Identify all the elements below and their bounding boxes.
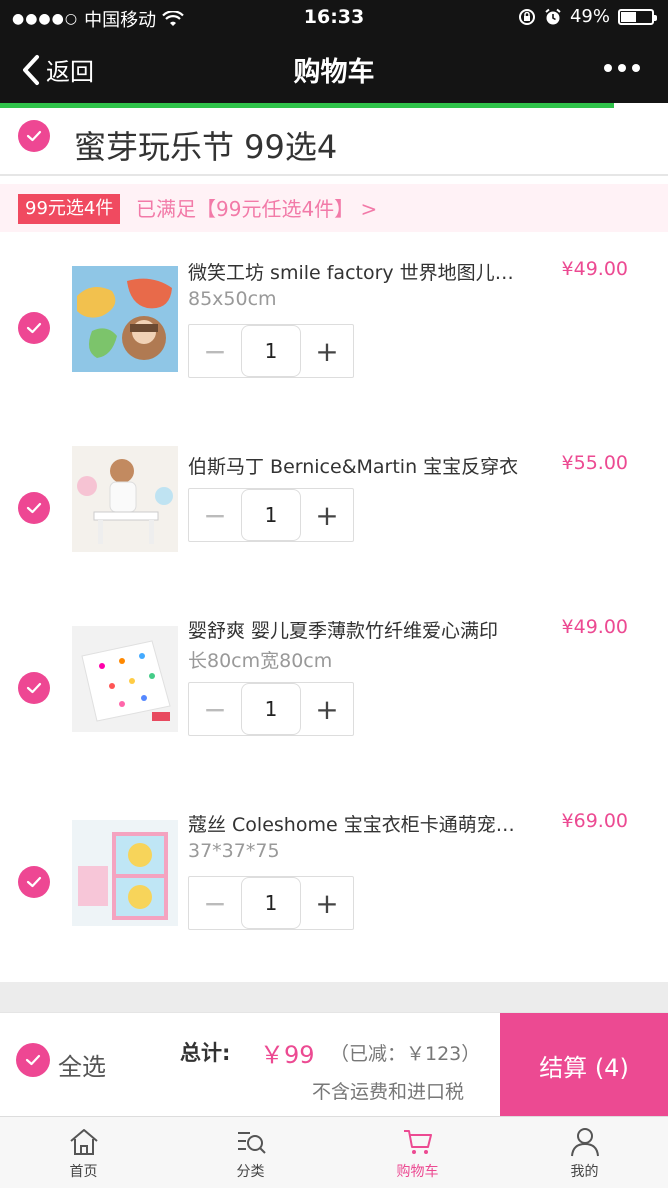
status-bar: ●●●●○ 中国移动 16:33 49% [0,0,668,36]
total-label: 总计: [180,1041,231,1065]
cart-item: 婴舒爽 婴儿夏季薄款竹纤维爱心满印 ¥49.00 长80cm宽80cm − 1 … [0,598,668,788]
tab-label: 首页 [69,1164,98,1180]
tax-note: 不含运费和进口税 [312,1081,465,1103]
decrease-button[interactable]: − [189,877,241,929]
checkout-bar: 全选 总计: ￥99 （已减：￥123） 不含运费和进口税 结算 (4) [0,1012,668,1117]
cart-item: 微笑工坊 smile factory 世界地图儿童拼图 ¥49.00 85x50… [0,232,668,422]
battery-percent: 49% [569,6,610,27]
product-image[interactable] [72,626,178,732]
top-bar: ●●●●○ 中国移动 16:33 49% 返回 购物车 [0,0,668,103]
quantity-stepper: − 1 + [188,324,354,378]
quantity-value[interactable]: 1 [241,877,301,929]
promo-banner[interactable]: 99元选4件 已满足【99元任选4件】 > [0,184,668,232]
quantity-stepper: − 1 + [188,876,354,930]
product-name[interactable]: 蔻丝 Coleshome 宝宝衣柜卡通萌宠收纳 [188,810,528,837]
item-checkbox[interactable] [18,312,50,344]
checkmark-icon [26,322,42,334]
cart-item: 蔻丝 Coleshome 宝宝衣柜卡通萌宠收纳 ¥69.00 37*37*75 … [0,792,668,982]
item-checkbox[interactable] [18,866,50,898]
decrease-button[interactable]: − [189,683,241,735]
checkmark-icon [26,682,42,694]
quantity-stepper: − 1 + [188,488,354,542]
product-spec: 37*37*75 [188,840,280,862]
item-checkbox[interactable] [18,492,50,524]
total-value: ￥99 [260,1041,315,1069]
store-header: 蜜芽玩乐节 99选4 [0,108,668,176]
tab-profile[interactable]: 我的 [501,1117,668,1188]
increase-button[interactable]: + [301,489,353,541]
quantity-value[interactable]: 1 [241,489,301,541]
quantity-stepper: − 1 + [188,682,354,736]
product-name[interactable]: 微笑工坊 smile factory 世界地图儿童拼图 [188,258,528,285]
product-spec: 85x50cm [188,288,277,310]
checkmark-icon [26,876,42,888]
battery-icon [618,8,657,25]
product-price: ¥69.00 [561,810,628,832]
checkmark-icon [25,1054,41,1066]
page-title: 购物车 [293,57,375,88]
product-image[interactable] [72,266,178,372]
discount-amount: （已减：￥123） [330,1043,481,1065]
alarm-icon [545,8,561,24]
store-checkbox[interactable] [18,120,50,152]
tab-home[interactable]: 首页 [0,1117,167,1188]
home-icon [69,1129,98,1155]
tab-bar: 首页 分类 购物车 我的 [0,1116,668,1188]
checkout-button[interactable]: 结算 (4) [500,1013,668,1117]
category-search-icon [237,1132,266,1154]
tab-label: 购物车 [396,1164,439,1180]
cart-icon [403,1130,432,1154]
quantity-value[interactable]: 1 [241,683,301,735]
nav-bar: 返回 购物车 [0,36,668,103]
tab-category[interactable]: 分类 [167,1117,334,1188]
quantity-value[interactable]: 1 [241,325,301,377]
increase-button[interactable]: + [301,877,353,929]
promo-description: 已满足【99元任选4件】 > [136,197,378,221]
product-price: ¥49.00 [561,258,628,280]
select-all-label[interactable]: 全选 [58,1047,106,1082]
decrease-button[interactable]: − [189,489,241,541]
checkmark-icon [26,130,42,142]
product-name[interactable]: 婴舒爽 婴儿夏季薄款竹纤维爱心满印 [188,616,528,643]
tab-cart[interactable]: 购物车 [334,1117,501,1188]
checkmark-icon [26,502,42,514]
user-icon [570,1128,599,1157]
promo-tag: 99元选4件 [18,194,121,224]
product-image[interactable] [72,446,178,552]
store-name: 蜜芽玩乐节 99选4 [74,128,338,166]
tab-label: 分类 [236,1164,265,1180]
product-price: ¥49.00 [561,616,628,638]
increase-button[interactable]: + [301,325,353,377]
product-name[interactable]: 伯斯马丁 Bernice&Martin 宝宝反穿衣 [188,452,528,479]
increase-button[interactable]: + [301,683,353,735]
section-divider [0,982,668,1012]
more-menu-icon[interactable] [604,64,640,72]
product-image[interactable] [72,820,178,926]
decrease-button[interactable]: − [189,325,241,377]
item-checkbox[interactable] [18,672,50,704]
orientation-lock-icon [518,8,535,25]
select-all-checkbox[interactable] [16,1043,50,1077]
product-price: ¥55.00 [561,452,628,474]
cart-item: 伯斯马丁 Bernice&Martin 宝宝反穿衣 ¥55.00 − 1 + [0,418,668,608]
tab-label: 我的 [570,1164,599,1180]
product-spec: 长80cm宽80cm [188,650,333,672]
